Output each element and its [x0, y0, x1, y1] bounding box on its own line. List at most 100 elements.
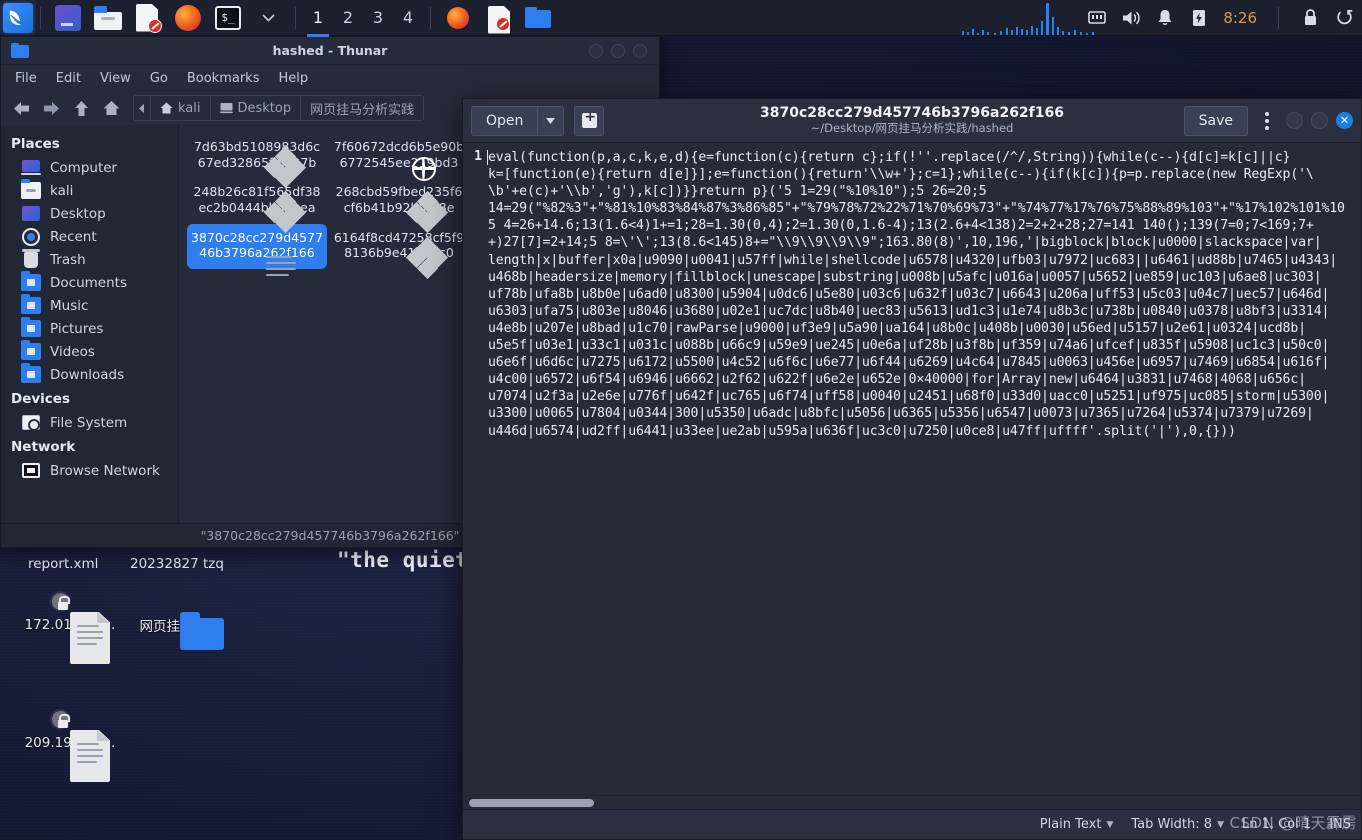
sidebar-item-browse-network[interactable]: Browse Network	[1, 459, 178, 482]
pdf-viewer-icon[interactable]	[133, 3, 163, 33]
back-icon[interactable]	[7, 94, 35, 122]
breadcrumb-scroll-left[interactable]	[134, 96, 151, 120]
places-sidebar[interactable]: Places Computer kali Desktop Recent Tras…	[1, 125, 179, 523]
documents-folder-icon	[21, 271, 41, 291]
horizontal-scrollbar[interactable]	[463, 795, 1361, 809]
panel-separator	[295, 6, 296, 29]
kali-dragon-icon[interactable]	[3, 2, 33, 33]
file-item[interactable]: 268cbd59fbed235f6cf6b41b92b03f8e	[329, 178, 469, 234]
workspace-4[interactable]: 4	[393, 8, 423, 27]
editor-text-area[interactable]: 1 eval(function(p,a,c,k,e,d){e=function(…	[463, 143, 1361, 795]
power-icon[interactable]	[1334, 8, 1354, 28]
close-icon[interactable]: ✕	[1336, 112, 1353, 129]
breadcrumb-item-current[interactable]: 网页挂马分析实践	[301, 96, 423, 120]
file-manager-icon[interactable]	[93, 3, 123, 33]
editor-content[interactable]: eval(function(p,a,c,k,e,d){e=function(c)…	[485, 143, 1361, 795]
file-item[interactable]: 248b26c81f565df38ec2b0444bbd3eea	[187, 178, 327, 234]
network-icon	[21, 462, 41, 479]
file-item-selected[interactable]: 3870c28cc279d457746b3796a262f166	[187, 223, 327, 276]
sidebar-item-videos[interactable]: Videos	[1, 340, 178, 363]
line-number-gutter: 1	[474, 149, 482, 164]
panel-separator	[1278, 6, 1279, 29]
file-item[interactable]: 6164f8cd47258cf5f98136b9e4164ec0	[329, 224, 469, 279]
notification-bell-icon[interactable]	[1155, 8, 1175, 28]
chevron-down-icon: ▼	[1106, 819, 1114, 830]
panel-separator	[430, 6, 431, 29]
kebab-menu-icon[interactable]	[1256, 106, 1278, 136]
desktop-icon-172[interactable]: 172.016.13…	[10, 591, 130, 664]
xfce-top-panel[interactable]: $_ 1 2 3 4 8:26	[0, 0, 1362, 37]
sidebar-item-recent[interactable]: Recent	[1, 225, 178, 248]
volume-icon[interactable]	[1121, 8, 1141, 28]
text-editor-window[interactable]: Open 3870c28cc279d457746b3796a262f166 ~/…	[462, 98, 1362, 840]
sidebar-item-desktop[interactable]: Desktop	[1, 202, 178, 225]
maximize-button[interactable]	[611, 43, 625, 58]
sidebar-item-file-system[interactable]: File System	[1, 411, 178, 434]
menu-view[interactable]: View	[100, 71, 131, 86]
audio-waveform-indicator	[960, 0, 1120, 35]
sidebar-item-label: Recent	[50, 228, 97, 245]
tab-width-selector[interactable]: Tab Width: 8 ▼	[1131, 817, 1224, 832]
thunar-menubar[interactable]: File Edit View Go Bookmarks Help	[1, 65, 659, 91]
forward-icon[interactable]	[37, 94, 65, 122]
breadcrumb-label: kali	[178, 100, 201, 116]
sidebar-item-downloads[interactable]: Downloads	[1, 363, 178, 386]
sidebar-item-pictures[interactable]: Pictures	[1, 317, 178, 340]
sidebar-item-trash[interactable]: Trash	[1, 248, 178, 271]
taskbar-pdf-window[interactable]	[483, 3, 513, 34]
editor-statusbar[interactable]: Plain Text ▼ Tab Width: 8 ▼ Ln 1, Col 1 …	[463, 809, 1361, 839]
maximize-button[interactable]	[1311, 112, 1328, 129]
editor-headerbar[interactable]: Open 3870c28cc279d457746b3796a262f166 ~/…	[463, 99, 1361, 143]
terminal-icon[interactable]: $_	[213, 3, 243, 33]
workspace-3[interactable]: 3	[363, 8, 393, 27]
up-icon[interactable]	[67, 94, 95, 122]
language-selector[interactable]: Plain Text ▼	[1040, 817, 1114, 832]
workspace-2[interactable]: 2	[333, 8, 363, 27]
thunar-titlebar[interactable]: hashed - Thunar	[1, 37, 659, 65]
cursor-position: Ln 1, Col 1	[1241, 817, 1312, 832]
close-button[interactable]	[633, 43, 647, 58]
breadcrumb-item-desktop[interactable]: Desktop	[211, 96, 302, 120]
desktop-icon-folder[interactable]: 网页挂马分…	[120, 612, 240, 650]
battery-icon[interactable]	[1189, 8, 1209, 28]
open-button[interactable]: Open	[471, 105, 539, 136]
sidebar-item-label: Trash	[50, 251, 86, 268]
scrollbar-thumb[interactable]	[469, 799, 594, 807]
desktop-icon-209[interactable]: 209.196.04…	[10, 709, 130, 782]
clock[interactable]: 8:26	[1223, 9, 1257, 27]
breadcrumb[interactable]: kali Desktop 网页挂马分析实践	[133, 95, 425, 121]
menu-help[interactable]: Help	[278, 71, 308, 86]
workspace-1[interactable]: 1	[303, 8, 333, 37]
save-button[interactable]: Save	[1183, 105, 1248, 136]
sidebar-item-documents[interactable]: Documents	[1, 271, 178, 294]
home-icon	[160, 102, 173, 114]
home-icon[interactable]	[97, 94, 125, 122]
image-viewer-icon[interactable]	[53, 3, 83, 33]
sidebar-item-music[interactable]: Music	[1, 294, 178, 317]
minimize-button[interactable]	[589, 43, 603, 58]
sidebar-item-label: Videos	[50, 343, 95, 360]
chevron-down-icon[interactable]	[538, 105, 565, 136]
sidebar-item-label: kali	[50, 182, 74, 199]
new-document-icon[interactable]	[574, 105, 605, 136]
taskbar-thunar-window[interactable]	[523, 3, 553, 33]
minimize-button[interactable]	[1286, 112, 1303, 129]
menu-edit[interactable]: Edit	[56, 71, 81, 86]
sidebar-item-label: Downloads	[50, 366, 125, 383]
taskbar-firefox-window[interactable]	[443, 3, 473, 33]
menu-go[interactable]: Go	[150, 71, 168, 86]
lock-icon[interactable]	[1300, 8, 1320, 28]
chevron-down-icon[interactable]	[253, 3, 283, 33]
menu-file[interactable]: File	[15, 71, 37, 86]
firefox-icon[interactable]	[173, 3, 203, 33]
file-item[interactable]: 7f60672dcd6b5e90b6772545ee219bd3	[329, 133, 469, 181]
sidebar-item-kali[interactable]: kali	[1, 179, 178, 202]
breadcrumb-item-kali[interactable]: kali	[151, 96, 211, 120]
menu-bookmarks[interactable]: Bookmarks	[187, 71, 260, 86]
devices-heading: Devices	[11, 391, 70, 407]
file-item[interactable]: 7d63bd5108983d6c67ed32865fefc27b	[187, 133, 327, 189]
sidebar-item-label: Desktop	[50, 205, 106, 222]
home-folder-icon	[21, 179, 41, 199]
sidebar-item-computer[interactable]: Computer	[1, 156, 178, 179]
computer-icon	[21, 159, 41, 176]
